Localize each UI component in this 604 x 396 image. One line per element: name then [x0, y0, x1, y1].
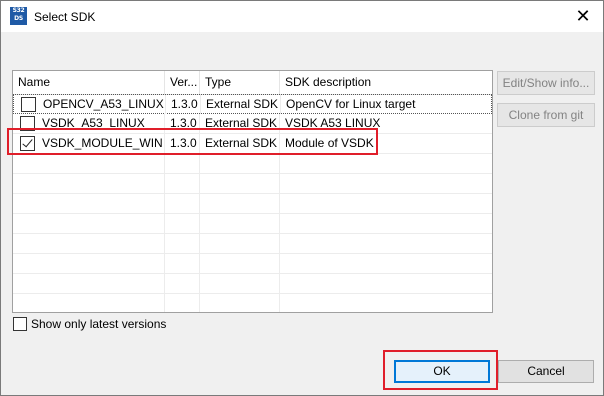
- sdk-description: OpenCV for Linux target: [286, 97, 416, 111]
- empty-row: [13, 234, 492, 254]
- table-header: Name Ver... Type SDK description: [13, 71, 492, 95]
- table-row[interactable]: VSDK_MODULE_WIN 1.3.0 External SDK Modul…: [13, 134, 492, 154]
- select-sdk-dialog: S32 DS Select SDK ✕ Name Ver... Type SDK…: [0, 0, 604, 396]
- dialog-title: Select SDK: [34, 10, 96, 24]
- close-icon[interactable]: ✕: [563, 1, 603, 32]
- empty-row: [13, 194, 492, 214]
- show-latest-checkbox[interactable]: [13, 317, 27, 331]
- sdk-description: Module of VSDK: [285, 136, 374, 150]
- s32ds-app-icon: S32 DS: [10, 7, 27, 25]
- empty-row: [13, 214, 492, 234]
- empty-row: [13, 154, 492, 174]
- sdk-table: Name Ver... Type SDK description OPENCV_…: [12, 70, 493, 313]
- sdk-type: External SDK: [201, 95, 281, 114]
- show-latest-label: Show only latest versions: [31, 317, 167, 331]
- sdk-version: 1.3.0: [165, 114, 200, 133]
- column-header-version[interactable]: Ver...: [165, 71, 200, 94]
- sdk-type: External SDK: [200, 134, 280, 153]
- sdk-name: VSDK_A53_LINUX: [13, 114, 165, 133]
- sdk-version: 1.3.0: [166, 95, 201, 114]
- column-header-type[interactable]: Type: [200, 71, 280, 94]
- title-bar: S32 DS Select SDK ✕: [1, 1, 603, 32]
- sdk-name: OPENCV_A53_LINUX: [14, 95, 166, 114]
- ok-button[interactable]: OK: [394, 360, 490, 383]
- empty-row: [13, 274, 492, 294]
- table-row[interactable]: OPENCV_A53_LINUX 1.3.0 External SDK Open…: [13, 94, 492, 114]
- empty-row: [13, 174, 492, 194]
- empty-row: [13, 294, 492, 312]
- sdk-name: VSDK_MODULE_WIN: [13, 134, 165, 153]
- empty-row: [13, 254, 492, 274]
- clone-from-git-button[interactable]: Clone from git: [497, 103, 595, 127]
- edit-show-info-button[interactable]: Edit/Show info...: [497, 71, 595, 95]
- column-header-name[interactable]: Name: [13, 71, 165, 94]
- show-latest-option[interactable]: Show only latest versions: [13, 317, 166, 331]
- sdk-description: VSDK A53 LINUX: [285, 116, 381, 130]
- sdk-version: 1.3.0: [165, 134, 200, 153]
- sdk-type: External SDK: [200, 114, 280, 133]
- table-row[interactable]: VSDK_A53_LINUX 1.3.0 External SDK VSDK A…: [13, 114, 492, 134]
- column-header-description[interactable]: SDK description: [280, 71, 492, 94]
- cancel-button[interactable]: Cancel: [498, 360, 594, 383]
